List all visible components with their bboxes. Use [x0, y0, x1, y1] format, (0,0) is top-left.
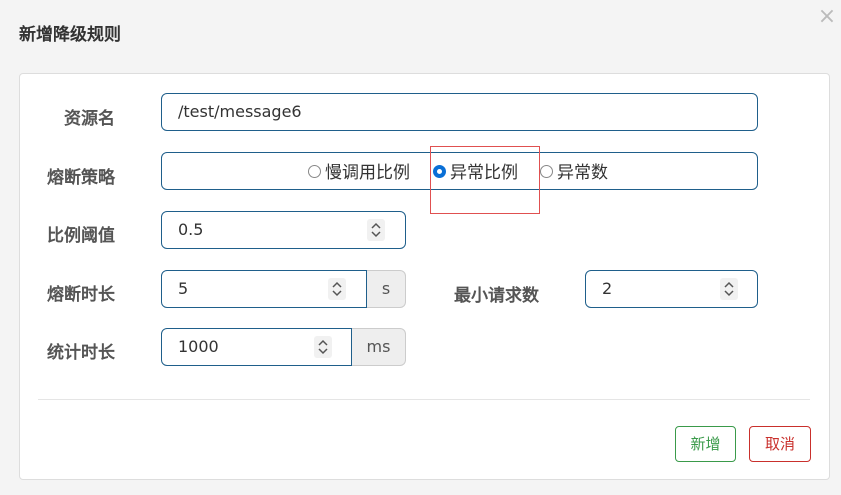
stat-time-input[interactable]: 1000 [161, 328, 352, 366]
radio-unchecked-icon [540, 164, 553, 178]
break-time-unit: s [367, 270, 406, 308]
radio-error-count-label: 异常数 [557, 163, 608, 183]
min-request-value: 2 [602, 279, 613, 298]
cancel-button[interactable]: 取消 [749, 426, 811, 462]
stat-time-unit: ms [352, 328, 406, 366]
resource-label: 资源名 [64, 109, 115, 129]
strategy-label: 熔断策略 [47, 168, 115, 188]
resource-input[interactable]: /test/message6 [161, 93, 758, 131]
close-icon[interactable]: × [817, 6, 837, 28]
ratio-input[interactable]: 0.5 [161, 211, 406, 249]
stat-time-label: 统计时长 [47, 343, 115, 363]
spinner-icon[interactable] [367, 219, 385, 241]
radio-error-ratio[interactable]: 异常比例 [433, 163, 518, 183]
radio-error-ratio-label: 异常比例 [450, 163, 518, 183]
radio-unchecked-icon [308, 164, 321, 178]
spinner-icon[interactable] [328, 278, 346, 300]
radio-slow-ratio-label: 慢调用比例 [325, 163, 410, 183]
radio-checked-icon [433, 164, 446, 178]
strategy-radio-group: 慢调用比例 异常比例 异常数 [161, 152, 758, 190]
ratio-value: 0.5 [178, 220, 204, 239]
stat-time-value: 1000 [178, 337, 219, 356]
break-time-input[interactable]: 5 [161, 270, 367, 308]
spinner-icon[interactable] [720, 278, 738, 300]
radio-error-count[interactable]: 异常数 [540, 163, 608, 183]
spinner-icon[interactable] [314, 336, 332, 358]
dialog-title: 新增降级规则 [19, 25, 121, 45]
add-button[interactable]: 新增 [675, 426, 736, 462]
break-time-label: 熔断时长 [47, 285, 115, 305]
footer-divider [38, 399, 810, 400]
min-request-input[interactable]: 2 [585, 270, 758, 308]
radio-slow-ratio[interactable]: 慢调用比例 [308, 163, 410, 183]
break-time-value: 5 [178, 279, 189, 298]
ratio-label: 比例阈值 [47, 226, 115, 246]
min-request-label: 最小请求数 [454, 286, 539, 306]
